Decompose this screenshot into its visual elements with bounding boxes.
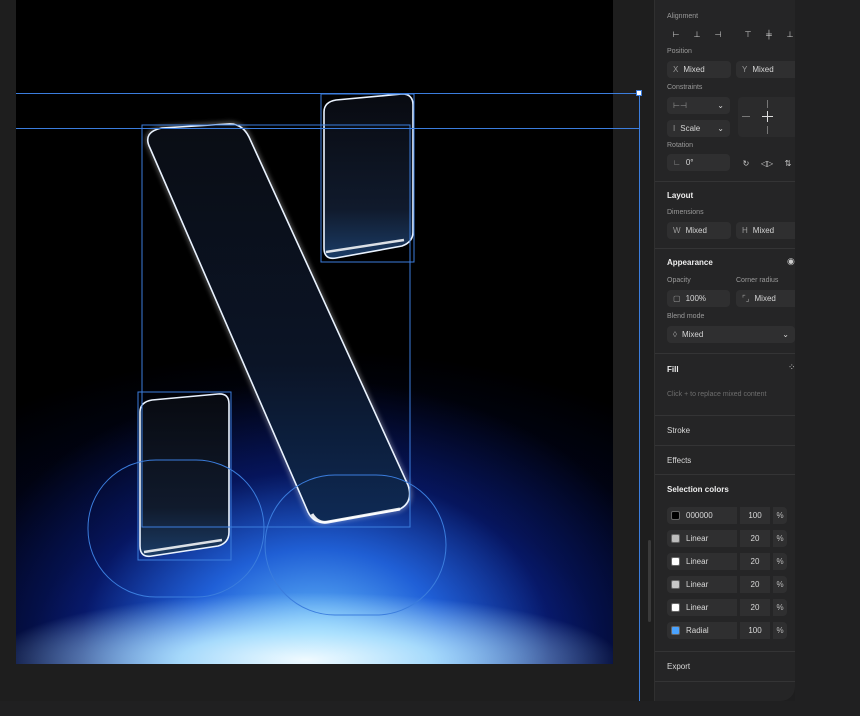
color-opacity-field[interactable]: 20	[740, 576, 770, 593]
color-swatch[interactable]	[671, 534, 680, 543]
opacity-field[interactable]: ▢ 100%	[667, 290, 730, 307]
align-center-horizontal-icon[interactable]: ⊥	[688, 27, 706, 41]
horizontal-constraint-select[interactable]: ⊢⊣ ⌄	[667, 97, 730, 114]
color-opacity-unit: %	[773, 553, 787, 570]
color-swatch[interactable]	[671, 511, 680, 520]
selection-color-row[interactable]: Linear 20%	[667, 599, 787, 616]
selection-color-row[interactable]: Radial 100%	[667, 622, 787, 639]
canvas[interactable]	[0, 0, 653, 701]
artwork	[87, 93, 447, 616]
align-right-icon[interactable]: ⊣	[709, 27, 727, 41]
corner-radius-icon: ⌜⌟	[742, 294, 750, 303]
width-field[interactable]: W Mixed	[667, 222, 731, 239]
blend-drop-icon: ◊	[673, 330, 677, 339]
artboard[interactable]	[16, 0, 613, 664]
rotation-field[interactable]: ∟ 0°	[667, 154, 730, 171]
selection-color-row[interactable]: 000000 100%	[667, 507, 787, 524]
fill-title: Fill	[667, 365, 679, 374]
color-name: 000000	[686, 511, 713, 520]
horizontal-constraint-icon: ⊢⊣	[673, 101, 687, 110]
flip-vertical-icon[interactable]: ⇅	[779, 156, 795, 170]
window-bottom-gap	[0, 701, 860, 716]
color-name: Linear	[686, 580, 709, 589]
color-name: Linear	[686, 557, 709, 566]
rotate-icon[interactable]: ↻	[737, 156, 755, 170]
color-name-field[interactable]: Linear	[667, 599, 737, 616]
align-center-vertical-icon[interactable]: ╪	[760, 27, 778, 41]
color-name-field[interactable]: Linear	[667, 553, 737, 570]
color-opacity-unit: %	[773, 530, 787, 547]
flip-horizontal-icon[interactable]: ◁▷	[758, 156, 776, 170]
eye-icon[interactable]: ◉	[787, 256, 795, 267]
opacity-label: Opacity	[667, 277, 691, 284]
color-name: Linear	[686, 534, 709, 543]
color-opacity-field[interactable]: 100	[740, 507, 770, 524]
constraints-label: Constraints	[667, 84, 703, 91]
fill-hint: Click + to replace mixed content	[667, 391, 767, 398]
color-swatch[interactable]	[671, 580, 680, 589]
corner-radius-label: Corner radius	[736, 277, 779, 284]
height-field[interactable]: H Mixed	[736, 222, 795, 239]
color-name-field[interactable]: Linear	[667, 530, 737, 547]
fill-styles-icon[interactable]: ⁘	[788, 362, 795, 373]
chevron-down-icon: ⌄	[782, 330, 789, 339]
outer-background	[795, 0, 860, 716]
effects-title[interactable]: Effects	[667, 456, 691, 465]
dimensions-label: Dimensions	[667, 209, 704, 216]
color-name-field[interactable]: Radial	[667, 622, 737, 639]
blend-mode-select[interactable]: ◊ Mixed ⌄	[667, 326, 795, 343]
position-y-field[interactable]: Y Mixed	[736, 61, 795, 78]
align-bottom-icon[interactable]: ⊥	[781, 27, 795, 41]
color-name-field[interactable]: 000000	[667, 507, 737, 524]
position-x-field[interactable]: X Mixed	[667, 61, 731, 78]
selection-color-row[interactable]: Linear 20%	[667, 553, 787, 570]
layout-title: Layout	[667, 191, 694, 200]
guide-line-vertical	[639, 93, 640, 701]
color-opacity-field[interactable]: 20	[740, 553, 770, 570]
guide-line-second	[16, 128, 640, 129]
vertical-constraint-icon: I	[673, 124, 676, 133]
appearance-title: Appearance	[667, 258, 713, 267]
blend-mode-label: Blend mode	[667, 313, 705, 320]
angle-icon: ∟	[673, 158, 681, 167]
color-name: Linear	[686, 603, 709, 612]
color-opacity-field[interactable]: 20	[740, 530, 770, 547]
color-swatch[interactable]	[671, 557, 680, 566]
design-app-window: Alignment ⊢ ⊥ ⊣ ⊤ ╪ ⊥ Position X Mixed Y…	[0, 0, 795, 701]
chevron-down-icon: ⌄	[717, 124, 724, 133]
transform-buttons: ↻ ◁▷ ⇅	[737, 156, 795, 170]
canvas-scrollbar[interactable]	[648, 540, 651, 622]
selection-color-row[interactable]: Linear 20%	[667, 576, 787, 593]
color-opacity-field[interactable]: 100	[740, 622, 770, 639]
color-swatch[interactable]	[671, 626, 680, 635]
align-left-icon[interactable]: ⊢	[667, 27, 685, 41]
color-name-field[interactable]: Linear	[667, 576, 737, 593]
color-opacity-field[interactable]: 20	[740, 599, 770, 616]
align-top-icon[interactable]: ⊤	[739, 27, 757, 41]
stroke-title[interactable]: Stroke	[667, 426, 690, 435]
alignment-label: Alignment	[667, 13, 699, 20]
position-label: Position	[667, 48, 692, 55]
top-right-tab-shape[interactable]	[323, 93, 414, 260]
color-opacity-unit: %	[773, 576, 787, 593]
selection-color-row[interactable]: Linear 20%	[667, 530, 787, 547]
color-opacity-unit: %	[773, 599, 787, 616]
properties-panel: Alignment ⊢ ⊥ ⊣ ⊤ ╪ ⊥ Position X Mixed Y…	[654, 0, 795, 701]
constraints-widget[interactable]	[738, 97, 795, 137]
vertical-constraint-select[interactable]: I Scale ⌄	[667, 120, 730, 137]
corner-radius-field[interactable]: ⌜⌟ Mixed	[736, 290, 795, 307]
rotation-label: Rotation	[667, 142, 694, 149]
selection-handle[interactable]	[636, 90, 642, 96]
opacity-icon: ▢	[673, 294, 681, 303]
color-opacity-unit: %	[773, 507, 787, 524]
chevron-down-icon: ⌄	[717, 101, 724, 110]
bottom-left-tab-shape[interactable]	[139, 393, 230, 558]
color-swatch[interactable]	[671, 603, 680, 612]
color-name: Radial	[686, 626, 709, 635]
export-title[interactable]: Export	[667, 662, 690, 671]
alignment-buttons: ⊢ ⊥ ⊣ ⊤ ╪ ⊥	[667, 27, 795, 41]
selection-colors-title: Selection colors	[667, 485, 729, 494]
color-opacity-unit: %	[773, 622, 787, 639]
guide-line-top	[16, 93, 640, 94]
